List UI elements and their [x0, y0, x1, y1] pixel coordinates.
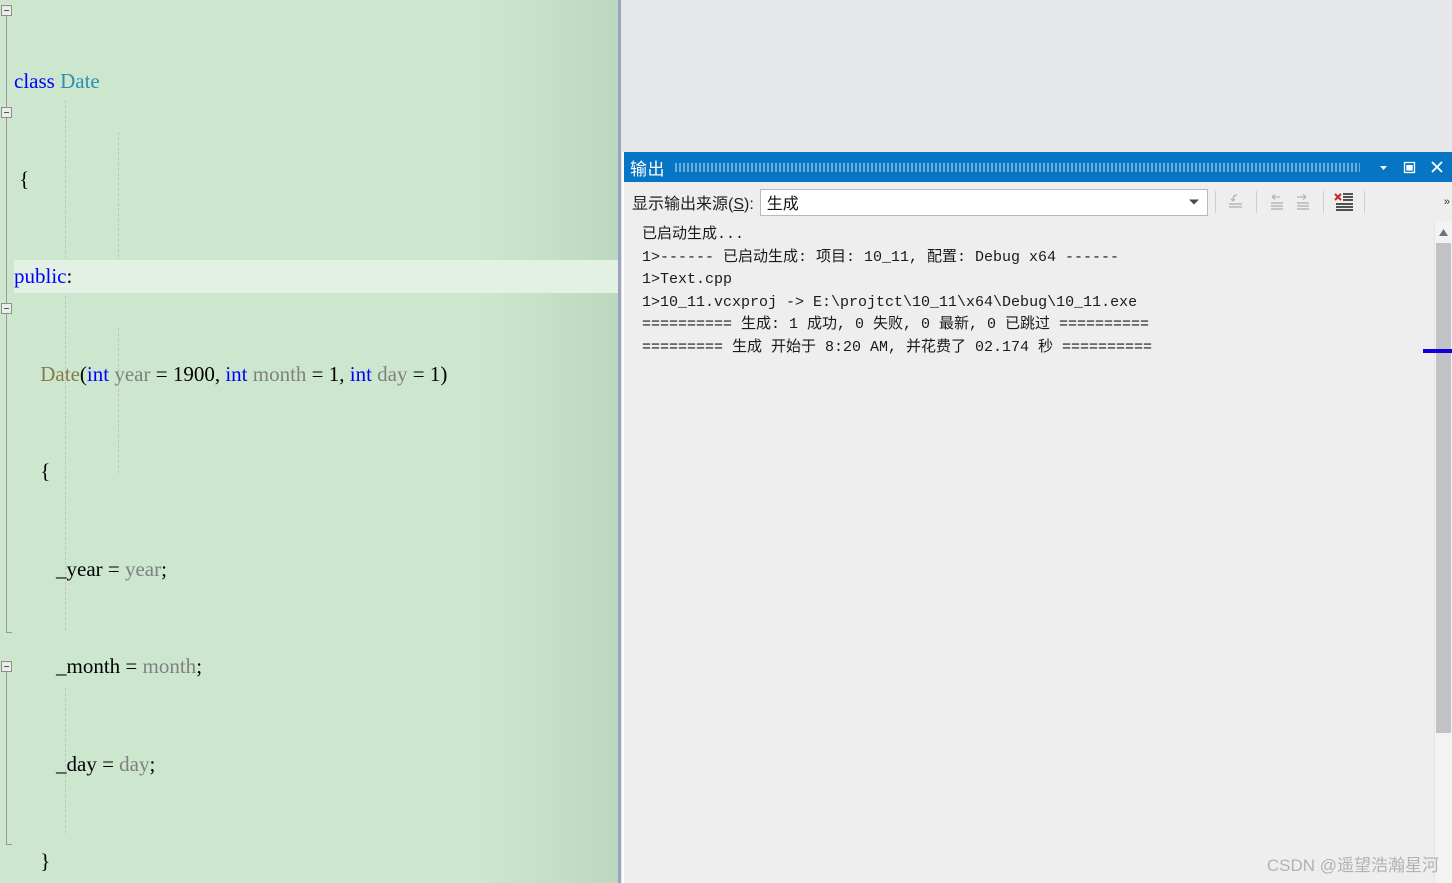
scrollbar-thumb[interactable] — [1436, 243, 1451, 733]
fold-region-end-class — [6, 632, 12, 633]
title-bar-grip — [675, 162, 1360, 172]
code-line-current[interactable]: public: — [14, 260, 618, 293]
find-message-in-code-icon[interactable] — [1223, 189, 1249, 215]
show-output-from-label: 显示输出来源(S): — [632, 196, 754, 213]
fold-toggle-main[interactable] — [1, 661, 12, 672]
code-line[interactable]: _day = day; — [14, 748, 618, 781]
fold-toggle-ctor[interactable] — [1, 107, 12, 118]
toolbar-overflow-icon[interactable]: » — [1444, 196, 1450, 208]
chevron-down-icon[interactable] — [1188, 199, 1199, 205]
scroll-up-arrow-icon[interactable] — [1435, 224, 1452, 241]
csdn-watermark: CSDN @遥望浩瀚星河 — [1266, 856, 1439, 875]
code-line[interactable]: class Date — [14, 65, 618, 98]
go-to-next-message-icon[interactable] — [1290, 189, 1316, 215]
output-title-bar[interactable]: 输出 — [624, 152, 1452, 182]
fold-toggle-copy-ctor[interactable] — [1, 303, 12, 314]
output-source-dropdown[interactable]: 生成 — [759, 188, 1208, 216]
fold-region-line-main — [6, 672, 7, 844]
code-line[interactable]: { — [14, 455, 618, 488]
toolbar-separator — [1363, 191, 1365, 213]
output-title: 输出 — [630, 159, 665, 179]
code-line[interactable]: { — [14, 163, 618, 196]
editor-right-border — [618, 0, 621, 883]
chevron-down-icon[interactable] — [1370, 152, 1396, 182]
code-line[interactable]: _year = year; — [14, 553, 618, 586]
scrollbar-position-marker — [1423, 349, 1452, 353]
go-to-previous-message-icon[interactable] — [1264, 189, 1290, 215]
toolbar-separator — [1255, 191, 1257, 213]
code-editor[interactable]: class Date { public: Date(int year = 190… — [0, 0, 618, 883]
output-text-area[interactable]: 已启动生成... 1>------ 已启动生成: 项目: 10_11, 配置: … — [624, 222, 1452, 883]
close-icon[interactable] — [1422, 152, 1452, 182]
output-tool-window[interactable]: 输出 显示输出来源(S): 生成 » 已启动生成... 1>------ 已启动… — [622, 152, 1452, 883]
code-folding-gutter[interactable] — [0, 0, 14, 883]
fold-region-end-main — [6, 844, 12, 845]
toolbar-separator — [1322, 191, 1324, 213]
toolbar-separator — [1214, 191, 1216, 213]
maximize-icon[interactable] — [1396, 152, 1422, 182]
output-toolbar[interactable]: 显示输出来源(S): 生成 » — [624, 182, 1452, 223]
code-line[interactable]: _month = month; — [14, 650, 618, 683]
code-line[interactable]: } — [14, 845, 618, 878]
output-source-value: 生成 — [766, 196, 799, 213]
build-output-text: 已启动生成... 1>------ 已启动生成: 项目: 10_11, 配置: … — [642, 226, 1153, 356]
fold-toggle-class-date[interactable] — [1, 5, 12, 16]
output-vertical-scrollbar[interactable] — [1423, 222, 1452, 883]
code-line[interactable]: Date(int year = 1900, int month = 1, int… — [14, 358, 618, 391]
source-code[interactable]: class Date { public: Date(int year = 190… — [14, 0, 618, 883]
clear-all-icon[interactable] — [1331, 189, 1357, 215]
